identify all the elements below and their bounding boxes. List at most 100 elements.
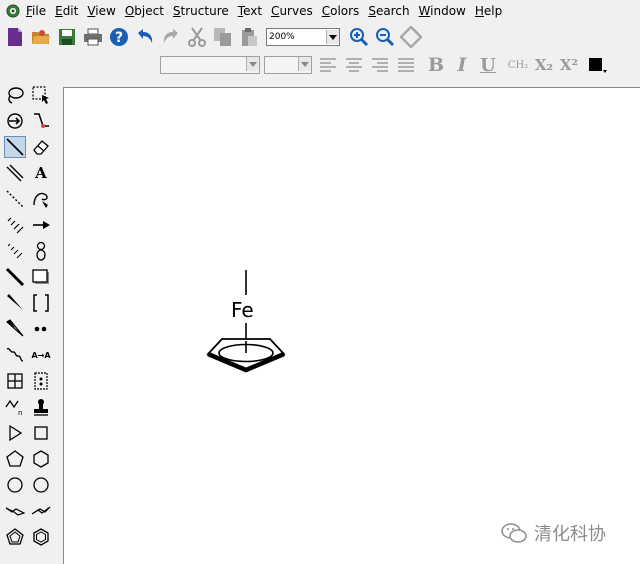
menu-colors[interactable]: Colors [322, 4, 360, 18]
zoom-select[interactable]: 200% [266, 28, 340, 46]
dashed-bond-tool[interactable] [4, 188, 26, 210]
shape-tool[interactable] [30, 266, 52, 288]
bold-bond-tool[interactable] [4, 266, 26, 288]
cyclohexane-tool[interactable] [30, 448, 52, 470]
cyclopentadiene-icon [6, 528, 24, 545]
rotate-tool[interactable] [4, 110, 26, 132]
align-left-button[interactable] [318, 55, 338, 75]
structure-perspective-tool[interactable] [30, 110, 52, 132]
save-button[interactable] [56, 26, 78, 48]
menu-file[interactable]: File [26, 4, 46, 18]
benzene-tool[interactable] [30, 526, 52, 548]
undo-button[interactable] [134, 26, 156, 48]
hollow-wedge-icon [6, 319, 24, 337]
brackets-tool[interactable] [30, 292, 52, 314]
pen-tool[interactable] [30, 188, 52, 210]
cycloheptane-tool[interactable] [4, 474, 26, 496]
justify-icon [398, 58, 414, 72]
show-all-button[interactable] [400, 26, 422, 48]
wavy-bond-tool[interactable] [4, 344, 26, 366]
chair-cyclohexane-tool-1[interactable] [4, 500, 26, 522]
menu-curves[interactable]: Curves [271, 4, 313, 18]
chevron-down-icon[interactable] [298, 57, 311, 71]
redo-button[interactable] [160, 26, 182, 48]
lasso-tool[interactable] [4, 84, 26, 106]
align-center-button[interactable] [344, 55, 364, 75]
menu-object[interactable]: Object [125, 4, 164, 18]
formula-button[interactable]: CH₂ [505, 55, 531, 75]
chevron-down-icon[interactable] [326, 30, 339, 44]
cyclobutane-tool[interactable] [30, 422, 52, 444]
print-button[interactable] [82, 26, 104, 48]
cyclopropane-tool[interactable] [4, 422, 26, 444]
double-bond-tool[interactable] [4, 162, 26, 184]
tool-palette: A A→A n [0, 82, 60, 564]
paste-button[interactable] [238, 26, 260, 48]
chair-cyclohexane-tool-2[interactable] [30, 500, 52, 522]
subscript-button[interactable]: X₂ [533, 55, 555, 75]
chevron-down-icon[interactable] [246, 57, 259, 71]
templates-tool[interactable] [30, 396, 52, 418]
solid-bond-tool[interactable] [4, 136, 26, 158]
hashed-bond-icon [7, 217, 24, 234]
lasso-icon [8, 87, 24, 104]
cyclooctane-tool[interactable] [30, 474, 52, 496]
cut-button[interactable] [186, 26, 208, 48]
justify-button[interactable] [396, 55, 416, 75]
align-left-icon [320, 58, 336, 72]
menu-structure[interactable]: Structure [173, 4, 229, 18]
menu-window[interactable]: Window [419, 4, 466, 18]
orbital-icon [36, 241, 46, 261]
find-replace-text-tool[interactable]: A→A [30, 344, 52, 366]
chain-icon: n [5, 399, 22, 417]
font-name-select[interactable] [160, 56, 260, 74]
orbital-tool[interactable] [30, 240, 52, 262]
clipboard-icon [242, 28, 257, 46]
align-right-button[interactable] [370, 55, 390, 75]
electron-dots-tool[interactable] [30, 318, 52, 340]
help-button[interactable]: ? [108, 26, 130, 48]
superscript-button[interactable]: X² [558, 55, 580, 75]
text-color-button[interactable] [587, 55, 607, 75]
new-document-icon [8, 28, 22, 46]
hashed-wedge-tool[interactable] [4, 240, 26, 262]
cyclopentane-tool[interactable] [4, 448, 26, 470]
new-document-button[interactable] [4, 26, 26, 48]
watermark: 清化科协 [500, 520, 606, 546]
menu-help[interactable]: Help [475, 4, 502, 18]
zoom-out-button[interactable] [374, 26, 396, 48]
bold-button[interactable]: B [426, 54, 446, 76]
menu-search[interactable]: Search [368, 4, 409, 18]
rectangle-shadow-icon [32, 269, 49, 284]
copy-button[interactable] [212, 26, 234, 48]
table-tool[interactable] [4, 370, 26, 392]
benzene-ring-icon [33, 528, 49, 546]
hashed-bond-tool[interactable] [4, 214, 26, 236]
open-button[interactable] [30, 26, 52, 48]
app-icon[interactable] [6, 4, 20, 18]
text-tool[interactable]: A [30, 162, 52, 184]
arrow-tool[interactable] [30, 214, 52, 236]
wedge-bond-icon [7, 294, 23, 310]
ferrocene-structure[interactable] [200, 265, 296, 380]
cyclopentadiene-tool[interactable] [4, 526, 26, 548]
wedge-bond-tool[interactable] [4, 292, 26, 314]
hollow-wedge-tool[interactable] [4, 318, 26, 340]
color-swatch-icon [589, 58, 607, 73]
wavy-bond-icon [6, 347, 24, 362]
italic-button[interactable]: I [452, 54, 472, 76]
fe-atom-label[interactable]: Fe [231, 298, 254, 322]
menu-view[interactable]: View [87, 4, 115, 18]
menu-edit[interactable]: Edit [55, 4, 78, 18]
pen-curve-icon [33, 192, 48, 208]
tlc-plate-tool[interactable] [30, 370, 52, 392]
chain-tool[interactable]: n [4, 396, 26, 418]
drawing-canvas[interactable] [63, 87, 640, 564]
zoom-in-button[interactable] [348, 26, 370, 48]
underline-button[interactable]: U [478, 55, 498, 76]
zoom-value: 200% [269, 32, 295, 42]
font-size-select[interactable] [264, 56, 312, 74]
menu-text[interactable]: Text [238, 4, 262, 18]
eraser-tool[interactable] [30, 136, 52, 158]
marquee-tool[interactable] [30, 84, 52, 106]
